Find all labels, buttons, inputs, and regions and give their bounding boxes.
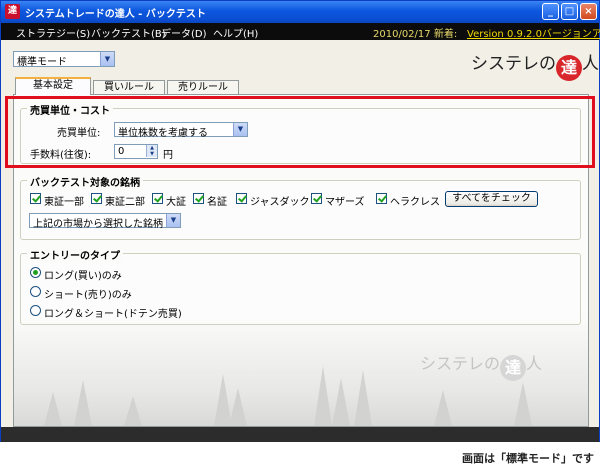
radio-label-long-and-short: ロング＆ショート(ドテン売買) xyxy=(44,309,182,320)
watermark-text-prefix: システレの xyxy=(420,354,501,373)
menu-data[interactable]: データ(D) xyxy=(161,25,207,40)
checkbox-mothers[interactable] xyxy=(311,193,322,204)
chevron-down-icon[interactable]: ▼ xyxy=(100,52,114,66)
app-window: 達 システムトレードの達人 - バックテスト _ □ × ストラテジー(S) バ… xyxy=(0,0,600,442)
market-label-mothers: マザーズ xyxy=(325,197,365,208)
entry-type-group: エントリーのタイプ ロング(買い)のみ ショート(売り)のみ ロング＆ショート(… xyxy=(20,247,581,325)
logo-text-prefix: システレの xyxy=(471,54,556,74)
checkbox-jasdaq[interactable] xyxy=(236,193,247,204)
window-title: システムトレードの達人 - バックテスト xyxy=(25,9,206,20)
check-all-button[interactable]: すべてをチェック xyxy=(445,191,538,207)
stock-source-select[interactable]: 上記の市場から選択した銘柄 ▼ xyxy=(29,213,181,230)
watermark-text-suffix: 人 xyxy=(526,354,543,373)
menu-help[interactable]: ヘルプ(H) xyxy=(213,25,258,40)
title-bar[interactable]: 達 システムトレードの達人 - バックテスト _ □ × xyxy=(1,1,599,23)
tab-sell-rules[interactable]: 売りルール xyxy=(167,80,239,95)
mode-select-value: 標準モード xyxy=(17,57,67,68)
checkbox-hercules[interactable] xyxy=(376,193,387,204)
market-label-tosho-1: 東証一部 xyxy=(44,197,84,208)
highlight-box xyxy=(5,96,595,168)
screen-caption: 画面は「標準モード」です xyxy=(462,452,594,465)
radio-short-only[interactable] xyxy=(30,286,41,297)
menu-strategy[interactable]: ストラテジー(S) xyxy=(16,25,90,40)
radio-label-short-only: ショート(売り)のみ xyxy=(44,290,132,301)
menu-backtest[interactable]: バックテスト(B) xyxy=(91,25,166,40)
market-group-title: バックテスト対象の銘柄 xyxy=(27,174,143,189)
checkbox-nagoya[interactable] xyxy=(193,193,204,204)
market-label-osaka: 大証 xyxy=(166,197,186,208)
watermark-emblem: 達 xyxy=(500,355,527,381)
market-label-nagoya: 名証 xyxy=(207,197,227,208)
minimize-button[interactable]: _ xyxy=(542,3,559,20)
logo-watermark: システレの達人 xyxy=(420,350,542,381)
radio-long-only[interactable] xyxy=(30,267,41,278)
news-date: 2010/02/17 新着: xyxy=(373,29,458,40)
stock-source-value: 上記の市場から選択した銘柄 xyxy=(33,219,163,230)
market-label-jasdaq: ジャスダック xyxy=(250,197,310,208)
chevron-down-icon[interactable]: ▼ xyxy=(166,214,180,227)
tab-basic-settings[interactable]: 基本設定 xyxy=(15,77,91,95)
brand-logo: システレの達人 xyxy=(471,49,599,81)
market-label-tosho-2: 東証二部 xyxy=(105,197,145,208)
market-group: バックテスト対象の銘柄 東証一部 東証二部 大証 名証 ジャスダック マザーズ … xyxy=(20,174,581,240)
tab-buy-rules[interactable]: 買いルール xyxy=(93,80,165,95)
mode-select[interactable]: 標準モード ▼ xyxy=(13,51,115,68)
close-button[interactable]: × xyxy=(580,3,597,20)
logo-text-suffix: 人 xyxy=(582,54,599,74)
maximize-button[interactable]: □ xyxy=(561,3,578,20)
checkbox-osaka[interactable] xyxy=(152,193,163,204)
radio-label-long-only: ロング(買い)のみ xyxy=(44,271,122,282)
status-bar xyxy=(1,427,599,442)
menu-bar: ストラテジー(S) バックテスト(B) データ(D) ヘルプ(H) 2010/0… xyxy=(1,23,600,40)
checkbox-tosho-1[interactable] xyxy=(30,193,41,204)
entry-type-group-title: エントリーのタイプ xyxy=(27,247,123,262)
version-update-link[interactable]: Version 0.9.2.0バージョンアッ xyxy=(467,25,600,40)
app-icon: 達 xyxy=(5,4,20,19)
radio-long-and-short[interactable] xyxy=(30,305,41,316)
market-label-hercules: ヘラクレス xyxy=(390,197,440,208)
checkbox-tosho-2[interactable] xyxy=(91,193,102,204)
logo-emblem: 達 xyxy=(556,55,582,81)
